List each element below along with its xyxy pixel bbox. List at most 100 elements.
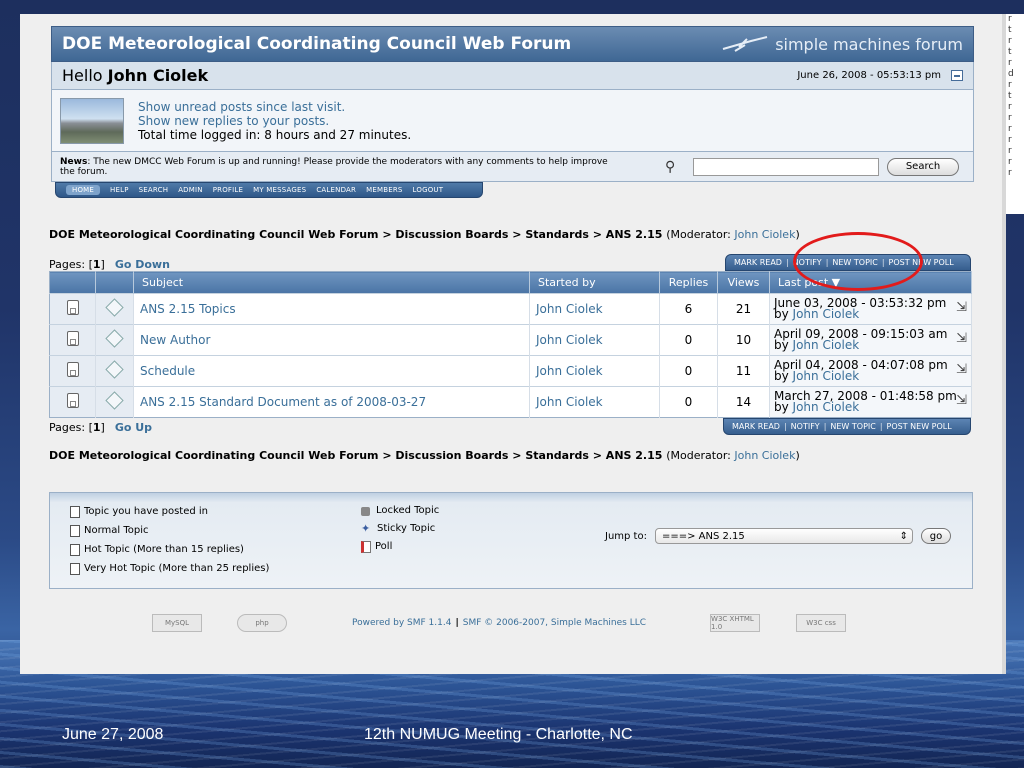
news-bar: News: The new DMCC Web Forum is up and r… [51,152,974,182]
topic-subject[interactable]: New Author [133,324,530,356]
edge-letter: r [1008,102,1012,112]
header-subject[interactable]: Subject [133,271,530,294]
table-row: ANS 2.15 Topics John Ciolek 6 21 June 03… [49,293,972,325]
header-started-by[interactable]: Started by [529,271,660,294]
smf-logo[interactable]: simple machines forum [721,35,963,54]
topic-type-icon [95,293,134,325]
datetime-area: June 26, 2008 - 05:53:13 pm [797,70,963,81]
last-post-author[interactable]: John Ciolek [793,338,860,352]
topic-started-by[interactable]: John Ciolek [529,355,660,387]
moderator-link-bottom[interactable]: John Ciolek [734,449,795,462]
edge-letter: r [1008,80,1012,90]
notify-button-bottom[interactable]: NOTIFY [791,422,820,431]
topic-replies: 0 [659,355,718,387]
go-down-link[interactable]: Go Down [115,258,170,271]
goto-last-post-icon[interactable]: ⇲ [956,394,967,407]
time-logged-text: Total time logged in: 8 hours and 27 min… [138,127,412,142]
topic-views: 14 [717,386,770,418]
topic-started-by[interactable]: John Ciolek [529,386,660,418]
xhtml-badge[interactable]: W3C XHTML 1.0 [710,614,761,632]
search-icon: ⚲ [665,158,676,175]
menu-search[interactable]: SEARCH [139,186,169,194]
post-new-poll-button-bottom[interactable]: POST NEW POLL [887,422,952,431]
goto-last-post-icon[interactable]: ⇲ [956,301,967,314]
legend-very-hot: Very Hot Topic (More than 25 replies) [70,559,269,578]
topic-type-icon [95,324,134,356]
copyright-link[interactable]: SMF © 2006-2007, Simple Machines LLC [463,618,646,628]
moderator-link[interactable]: John Ciolek [734,228,795,241]
powered-by-link[interactable]: Powered by SMF 1.1.4 [352,618,451,628]
legend-hot: Hot Topic (More than 15 replies) [70,540,269,559]
header-icon1 [49,271,96,294]
legend-left: Topic you have posted in Normal Topic Ho… [70,502,269,578]
new-topic-button-bottom[interactable]: NEW TOPIC [830,422,875,431]
new-replies-link[interactable]: Show new replies to your posts. [138,114,411,128]
breadcrumb-path[interactable]: DOE Meteorological Coordinating Council … [49,228,662,241]
go-button[interactable]: go [920,528,951,544]
greeting: Hello John Ciolek [62,66,209,85]
last-post-author[interactable]: John Ciolek [793,400,860,414]
header-views[interactable]: Views [717,271,770,294]
topic-replies: 0 [659,324,718,356]
topic-subject[interactable]: Schedule [133,355,530,387]
forum-header: DOE Meteorological Coordinating Council … [51,26,974,62]
topic-started-by[interactable]: John Ciolek [529,293,660,325]
select-arrows-icon: ⇕ [899,530,908,542]
topic-views: 11 [717,355,770,387]
legend-posted-in: Topic you have posted in [70,502,269,521]
mysql-badge[interactable]: MySQL [152,614,202,632]
jump-to-select[interactable]: ===> ANS 2.15 ⇕ [654,528,913,544]
php-badge[interactable]: php [237,614,287,632]
right-edge-text: rtrtrdrtrrrrrrr [1006,14,1024,214]
forum-footer: MySQL php Powered by SMF 1.1.4 | SMF © 2… [152,612,952,634]
menu-help[interactable]: HELP [110,186,129,194]
unread-posts-link[interactable]: Show unread posts since last visit. [138,100,411,114]
breadcrumb-bottom: DOE Meteorological Coordinating Council … [49,449,800,462]
avatar [60,97,124,144]
pin-icon: ✦ [361,522,371,535]
menu-profile[interactable]: PROFILE [213,186,243,194]
edge-letter: r [1008,36,1012,46]
menu-home[interactable]: HOME [66,185,101,195]
menu-calendar[interactable]: CALENDAR [316,186,356,194]
topic-status-icon [49,324,96,356]
jump-label: Jump to: [605,530,647,542]
topic-subject[interactable]: ANS 2.15 Topics [133,293,530,325]
topics-table: Subject Started by Replies Views Last po… [49,271,972,418]
menu-my-messages[interactable]: MY MESSAGES [253,186,306,194]
topic-started-by[interactable]: John Ciolek [529,324,660,356]
topic-type-icon [95,355,134,387]
mark-read-button[interactable]: MARK READ [734,258,782,267]
last-post-author[interactable]: John Ciolek [793,369,860,383]
topic-subject[interactable]: ANS 2.15 Standard Document as of 2008-03… [133,386,530,418]
legend-poll: Poll [361,538,439,556]
topic-last-post: April 09, 2008 - 09:15:03 am by John Cio… [769,324,972,356]
table-row: New Author John Ciolek 0 10 April 09, 20… [49,324,972,356]
goto-last-post-icon[interactable]: ⇲ [956,332,967,345]
search-input[interactable] [693,157,879,176]
collapse-icon[interactable] [951,70,963,81]
edge-letter: r [1008,14,1012,24]
menu-members[interactable]: MEMBERS [366,186,402,194]
topic-status-icon [49,293,96,325]
go-up-link[interactable]: Go Up [115,421,152,434]
lock-icon [361,506,370,516]
last-post-author[interactable]: John Ciolek [793,307,860,321]
topic-views: 21 [717,293,770,325]
goto-last-post-icon[interactable]: ⇲ [956,363,967,376]
menu-logout[interactable]: LOGOUT [413,186,444,194]
topic-status-icon [49,386,96,418]
smf-logo-text: simple machines forum [775,34,963,54]
topic-replies: 6 [659,293,718,325]
edge-letter: d [1008,69,1014,79]
legend-locked: Locked Topic [361,502,439,520]
pages-row-bottom: Pages: [1] Go Up MARK READ | NOTIFY | NEW T… [49,418,971,435]
breadcrumb-path-bottom[interactable]: DOE Meteorological Coordinating Council … [49,449,662,462]
pagination-bottom: Pages: [1] Go Up [49,421,153,434]
mark-read-button-bottom[interactable]: MARK READ [732,422,780,431]
css-badge[interactable]: W3C css [796,614,847,632]
search-button[interactable]: Search [887,157,959,176]
menu-admin[interactable]: ADMIN [178,186,203,194]
header-replies[interactable]: Replies [659,271,718,294]
edge-letter: r [1008,124,1012,134]
